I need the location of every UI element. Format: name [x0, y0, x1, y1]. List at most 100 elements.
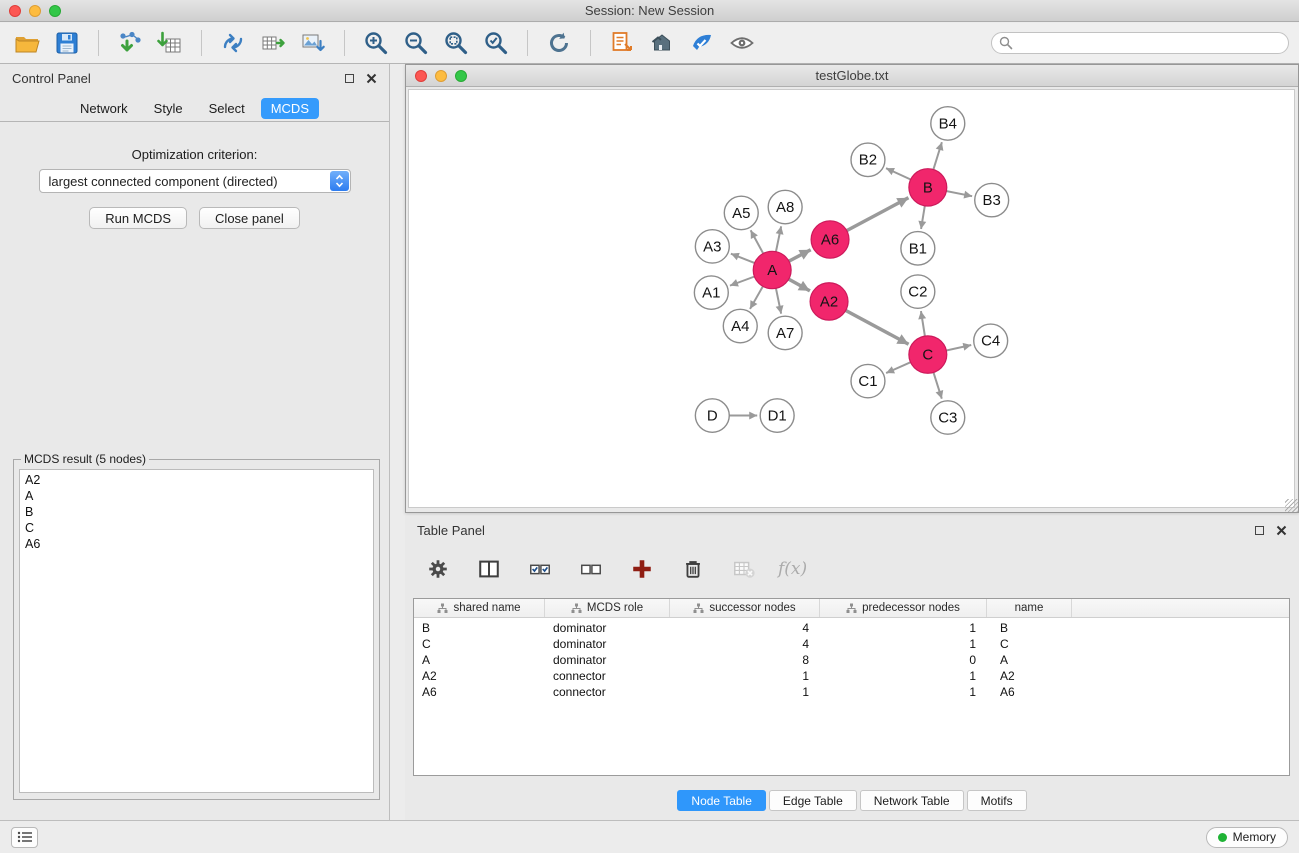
zoom-fit-button[interactable]	[439, 27, 473, 59]
cell-predecessor-nodes[interactable]: 0	[820, 653, 987, 667]
minimize-window-button[interactable]	[29, 5, 41, 17]
cell-shared-name[interactable]: C	[414, 637, 545, 651]
column-header-mcds-role[interactable]: MCDS role	[545, 599, 670, 617]
tab-mcds[interactable]: MCDS	[261, 98, 319, 119]
open-file-button[interactable]	[10, 27, 44, 59]
mcds-result-item[interactable]: A6	[25, 536, 368, 552]
zoom-out-button[interactable]	[399, 27, 433, 59]
show-graphics-details-button[interactable]	[725, 27, 759, 59]
tab-motifs[interactable]: Motifs	[967, 790, 1027, 811]
import-table-button[interactable]	[153, 27, 187, 59]
node-D1[interactable]: D1	[760, 399, 794, 432]
node-B2[interactable]: B2	[851, 143, 885, 176]
table-row[interactable]: A2connector11A2	[414, 668, 1289, 684]
mcds-result-list[interactable]: A2ABCA6	[19, 469, 374, 793]
zoom-selected-button[interactable]	[479, 27, 513, 59]
export-table-button[interactable]	[256, 27, 290, 59]
tab-select[interactable]: Select	[199, 98, 255, 119]
tab-style[interactable]: Style	[144, 98, 193, 119]
cell-successor-nodes[interactable]: 4	[670, 621, 820, 635]
cell-shared-name[interactable]: B	[414, 621, 545, 635]
export-network-button[interactable]	[216, 27, 250, 59]
cell-predecessor-nodes[interactable]: 1	[820, 685, 987, 699]
close-table-panel-icon[interactable]	[1276, 525, 1287, 536]
cell-shared-name[interactable]: A6	[414, 685, 545, 699]
mcds-result-item[interactable]: C	[25, 520, 368, 536]
mcds-result-item[interactable]: A	[25, 488, 368, 504]
node-D[interactable]: D	[695, 399, 729, 432]
select-all-rows-button[interactable]	[523, 553, 557, 585]
close-panel-button[interactable]: Close panel	[199, 207, 300, 229]
cell-name[interactable]: B	[987, 621, 1072, 635]
node-A3[interactable]: A3	[695, 230, 729, 263]
node-B3[interactable]: B3	[975, 183, 1009, 216]
search-input[interactable]	[991, 32, 1289, 54]
close-window-button[interactable]	[9, 5, 21, 17]
float-table-panel-icon[interactable]	[1255, 526, 1264, 535]
node-A6[interactable]: A6	[811, 221, 849, 258]
memory-button[interactable]: Memory	[1206, 827, 1288, 848]
table-row[interactable]: Bdominator41B	[414, 620, 1289, 636]
column-header-shared-name[interactable]: shared name	[414, 599, 545, 617]
cell-mcds-role[interactable]: connector	[545, 685, 670, 699]
tab-edge-table[interactable]: Edge Table	[769, 790, 857, 811]
cell-predecessor-nodes[interactable]: 1	[820, 669, 987, 683]
minimize-network-window-button[interactable]	[435, 70, 447, 82]
tab-node-table[interactable]: Node Table	[677, 790, 766, 811]
column-header-predecessor-nodes[interactable]: predecessor nodes	[820, 599, 987, 617]
task-history-button[interactable]	[11, 827, 38, 848]
zoom-in-button[interactable]	[359, 27, 393, 59]
tab-network[interactable]: Network	[70, 98, 138, 119]
node-A5[interactable]: A5	[724, 196, 758, 229]
table-row[interactable]: Cdominator41C	[414, 636, 1289, 652]
cell-name[interactable]: A	[987, 653, 1072, 667]
mcds-result-item[interactable]: B	[25, 504, 368, 520]
node-B4[interactable]: B4	[931, 107, 965, 140]
resize-grip[interactable]	[1285, 499, 1298, 512]
save-session-button[interactable]	[50, 27, 84, 59]
column-header-successor-nodes[interactable]: successor nodes	[670, 599, 820, 617]
cell-successor-nodes[interactable]: 8	[670, 653, 820, 667]
float-panel-icon[interactable]	[345, 74, 354, 83]
cell-successor-nodes[interactable]: 4	[670, 637, 820, 651]
cell-mcds-role[interactable]: dominator	[545, 653, 670, 667]
unselect-all-rows-button[interactable]	[574, 553, 608, 585]
cell-mcds-role[interactable]: connector	[545, 669, 670, 683]
node-C4[interactable]: C4	[974, 324, 1008, 357]
node-C3[interactable]: C3	[931, 401, 965, 434]
export-image-button[interactable]	[296, 27, 330, 59]
show-columns-button[interactable]	[472, 553, 506, 585]
node-C2[interactable]: C2	[901, 275, 935, 308]
apply-style-button[interactable]	[685, 27, 719, 59]
cell-mcds-role[interactable]: dominator	[545, 621, 670, 635]
cell-shared-name[interactable]: A	[414, 653, 545, 667]
cell-successor-nodes[interactable]: 1	[670, 685, 820, 699]
table-row[interactable]: A6connector11A6	[414, 684, 1289, 700]
add-column-button[interactable]	[625, 553, 659, 585]
close-network-window-button[interactable]	[415, 70, 427, 82]
criterion-dropdown[interactable]: largest connected component (directed)	[39, 169, 351, 193]
table-row[interactable]: Adominator80A	[414, 652, 1289, 668]
cell-name[interactable]: A6	[987, 685, 1072, 699]
annotation-mode-button[interactable]	[605, 27, 639, 59]
cell-name[interactable]: C	[987, 637, 1072, 651]
table-settings-gear-button[interactable]	[421, 553, 455, 585]
delete-column-button[interactable]	[676, 553, 710, 585]
cell-predecessor-nodes[interactable]: 1	[820, 637, 987, 651]
mcds-result-item[interactable]: A2	[25, 472, 368, 488]
refresh-view-button[interactable]	[542, 27, 576, 59]
node-B1[interactable]: B1	[901, 232, 935, 265]
tab-network-table[interactable]: Network Table	[860, 790, 964, 811]
cell-name[interactable]: A2	[987, 669, 1072, 683]
network-canvas[interactable]: B4B2BB3A8A5A6B1A3AC2A1A2A4A7C4CC1C3DD1	[408, 89, 1295, 508]
node-B[interactable]: B	[909, 169, 947, 206]
cell-mcds-role[interactable]: dominator	[545, 637, 670, 651]
zoom-network-window-button[interactable]	[455, 70, 467, 82]
node-A1[interactable]: A1	[694, 276, 728, 309]
cell-predecessor-nodes[interactable]: 1	[820, 621, 987, 635]
cell-shared-name[interactable]: A2	[414, 669, 545, 683]
home-view-button[interactable]	[645, 27, 679, 59]
zoom-window-button[interactable]	[49, 5, 61, 17]
node-C[interactable]: C	[909, 336, 947, 373]
node-A7[interactable]: A7	[768, 316, 802, 349]
